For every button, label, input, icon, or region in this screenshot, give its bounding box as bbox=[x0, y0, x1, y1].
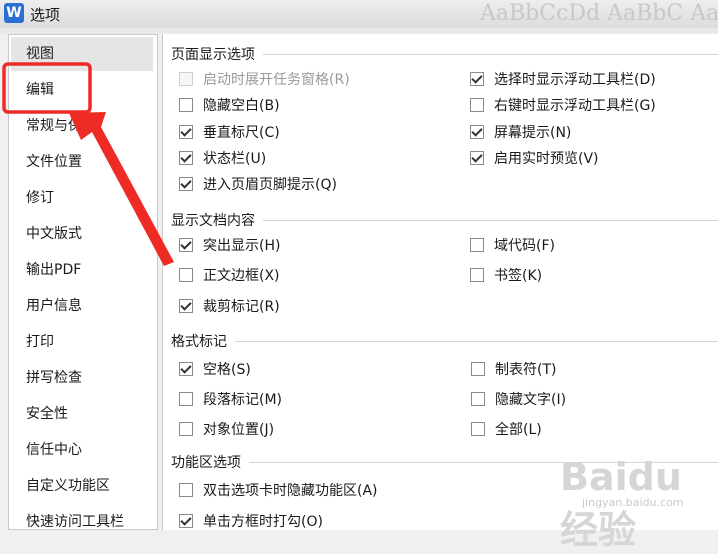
checkbox-live-preview[interactable]: 启用实时预览(V) bbox=[470, 148, 599, 170]
sidebar-item-quick-access-toolbar[interactable]: 快速访问工具栏 bbox=[11, 505, 153, 539]
title-bar: W 选项 AaBbCcDd AaBbC AaBb bbox=[0, 0, 718, 28]
section-title-format-marks: 格式标记 bbox=[171, 331, 233, 351]
checkbox-box bbox=[470, 72, 484, 86]
checkbox-label: 单击方框时打勾(O) bbox=[203, 514, 323, 530]
checkbox-label: 屏幕提示(N) bbox=[494, 125, 572, 141]
checkbox-field-codes[interactable]: 域代码(F) bbox=[470, 235, 555, 257]
section-title-ribbon: 功能区选项 bbox=[171, 452, 247, 472]
checkbox-screen-tips[interactable]: 屏幕提示(N) bbox=[470, 122, 571, 144]
sidebar-item-file-location[interactable]: 文件位置 bbox=[11, 145, 153, 179]
checkbox-label: 垂直标尺(C) bbox=[203, 125, 280, 141]
checkbox-box bbox=[471, 422, 485, 436]
checkbox-label: 空格(S) bbox=[203, 362, 251, 378]
sidebar-item-export-pdf[interactable]: 输出PDF bbox=[11, 253, 153, 287]
checkbox-paragraph-marks[interactable]: 段落标记(M) bbox=[179, 389, 282, 411]
checkbox-label: 制表符(T) bbox=[495, 362, 557, 378]
checkbox-label: 段落标记(M) bbox=[203, 392, 283, 408]
checkbox-label: 启用实时预览(V) bbox=[494, 151, 599, 167]
checkbox-box bbox=[179, 238, 193, 252]
section-divider bbox=[263, 54, 718, 55]
checkbox-label: 右键时显示浮动工具栏(G) bbox=[494, 98, 656, 114]
sidebar-item-print[interactable]: 打印 bbox=[11, 325, 153, 359]
checkbox-box bbox=[470, 125, 484, 139]
checkbox-label: 状态栏(U) bbox=[203, 151, 267, 167]
checkbox-spaces[interactable]: 空格(S) bbox=[179, 359, 251, 381]
checkbox-box bbox=[179, 177, 193, 191]
checkbox-label: 裁剪标记(R) bbox=[203, 299, 280, 315]
checkbox-bookmarks[interactable]: 书签(K) bbox=[470, 265, 542, 287]
sidebar-item-edit[interactable]: 编辑 bbox=[11, 73, 153, 107]
checkbox-box bbox=[179, 98, 193, 112]
checkbox-hidden-text[interactable]: 隐藏文字(I) bbox=[471, 389, 566, 411]
checkbox-crop-marks[interactable]: 裁剪标记(R) bbox=[179, 296, 280, 318]
checkbox-label: 进入页眉页脚提示(Q) bbox=[203, 177, 337, 193]
checkbox-label: 突出显示(H) bbox=[203, 238, 281, 254]
checkbox-label: 隐藏空白(B) bbox=[203, 98, 280, 114]
sidebar-item-view[interactable]: 视图 bbox=[11, 37, 153, 71]
checkbox-box bbox=[470, 238, 484, 252]
checkbox-box bbox=[470, 151, 484, 165]
checkbox-box bbox=[179, 514, 193, 528]
checkbox-dblclick-hide-ribbon[interactable]: 双击选项卡时隐藏功能区(A) bbox=[179, 480, 378, 502]
checkbox-box bbox=[179, 72, 193, 86]
checkbox-box bbox=[179, 125, 193, 139]
checkbox-text-boundaries[interactable]: 正文边框(X) bbox=[179, 265, 280, 287]
section-title-page-display: 页面显示选项 bbox=[171, 44, 261, 64]
checkbox-all-marks[interactable]: 全部(L) bbox=[471, 419, 542, 441]
checkbox-box bbox=[470, 98, 484, 112]
options-category-list: 视图 编辑 常规与保存 文件位置 修订 中文版式 输出PDF 用户信息 打印 拼… bbox=[8, 34, 158, 530]
checkbox-float-toolbar-select[interactable]: 选择时显示浮动工具栏(D) bbox=[470, 69, 656, 91]
checkbox-box bbox=[471, 392, 485, 406]
sidebar-item-general-save[interactable]: 常规与保存 bbox=[11, 109, 153, 143]
checkbox-box bbox=[470, 268, 484, 282]
checkbox-label: 正文边框(X) bbox=[203, 268, 280, 284]
window-title: 选项 bbox=[30, 6, 61, 24]
checkbox-label: 双击选项卡时隐藏功能区(A) bbox=[203, 483, 378, 499]
checkbox-box bbox=[179, 151, 193, 165]
sidebar-item-revision[interactable]: 修订 bbox=[11, 181, 153, 215]
checkbox-vertical-ruler[interactable]: 垂直标尺(C) bbox=[179, 122, 280, 144]
sidebar-item-spell-check[interactable]: 拼写检查 bbox=[11, 361, 153, 395]
checkbox-highlight[interactable]: 突出显示(H) bbox=[179, 235, 280, 257]
checkbox-tab-characters[interactable]: 制表符(T) bbox=[471, 359, 556, 381]
checkbox-box bbox=[179, 362, 193, 376]
checkbox-object-anchors[interactable]: 对象位置(J) bbox=[179, 419, 274, 441]
checkbox-box bbox=[471, 362, 485, 376]
checkbox-box bbox=[179, 422, 193, 436]
checkbox-label: 书签(K) bbox=[494, 268, 543, 284]
checkbox-header-footer-tip[interactable]: 进入页眉页脚提示(Q) bbox=[179, 174, 337, 196]
checkbox-float-toolbar-rightclick[interactable]: 右键时显示浮动工具栏(G) bbox=[470, 95, 656, 117]
section-divider bbox=[235, 341, 718, 342]
checkbox-box bbox=[179, 392, 193, 406]
checkbox-box bbox=[179, 299, 193, 313]
checkbox-box bbox=[179, 268, 193, 282]
sidebar-item-chinese-layout[interactable]: 中文版式 bbox=[11, 217, 153, 251]
section-divider bbox=[263, 220, 718, 221]
watermark-url: jingyan.baidu.com bbox=[582, 496, 684, 509]
checkbox-label: 启动时展开任务窗格(R) bbox=[203, 72, 350, 88]
wps-app-icon: W bbox=[4, 3, 24, 23]
checkbox-box bbox=[179, 483, 193, 497]
checkbox-label: 对象位置(J) bbox=[203, 422, 275, 438]
background-style-gallery: AaBbCcDd AaBbC AaBb bbox=[480, 1, 718, 26]
sidebar-item-trust-center[interactable]: 信任中心 bbox=[11, 433, 153, 467]
sidebar-item-security[interactable]: 安全性 bbox=[11, 397, 153, 431]
sidebar-item-user-info[interactable]: 用户信息 bbox=[11, 289, 153, 323]
sidebar-item-customize-ribbon[interactable]: 自定义功能区 bbox=[11, 469, 153, 503]
checkbox-label: 全部(L) bbox=[495, 422, 542, 438]
checkbox-status-bar[interactable]: 状态栏(U) bbox=[179, 148, 266, 170]
checkbox-label: 隐藏文字(I) bbox=[495, 392, 567, 408]
checkbox-expand-task-pane[interactable]: 启动时展开任务窗格(R) bbox=[179, 69, 350, 91]
section-title-doc-content: 显示文档内容 bbox=[171, 210, 261, 230]
checkbox-hide-whitespace[interactable]: 隐藏空白(B) bbox=[179, 95, 280, 117]
checkbox-label: 选择时显示浮动工具栏(D) bbox=[494, 72, 656, 88]
checkbox-label: 域代码(F) bbox=[494, 238, 555, 254]
